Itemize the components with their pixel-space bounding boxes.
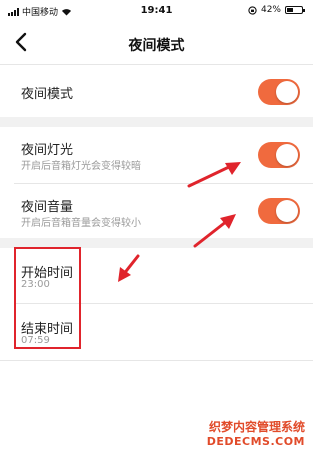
highlight-box [14,247,81,349]
orientation-lock-icon [248,5,257,15]
status-right: 42% [248,5,305,15]
night-mode-toggle[interactable] [258,79,300,105]
toggle-knob [276,81,298,103]
watermark-line-2: DEDECMS.COM [206,435,305,448]
night-volume-label: 夜间音量 [21,200,74,215]
status-bar: 中国移动 19:41 42% [0,0,313,20]
night-mode-label: 夜间模式 [21,87,74,102]
annotation-arrow-icon [118,254,140,282]
toggle-knob [276,144,298,166]
night-volume-description: 开启后音箱音量会变得较小 [21,218,141,229]
page-title: 夜间模式 [128,38,185,54]
watermark: 织梦内容管理系统 DEDECMS.COM [207,418,305,448]
setting-row-night-light: 夜间灯光 开启后音箱灯光会变得较暗 [0,127,313,183]
nav-bar: 夜间模式 [0,22,313,65]
annotation-arrow-icon [187,162,241,188]
battery-percent: 42% [260,5,281,15]
setting-row-night-mode: 夜间模式 [0,65,313,117]
night-volume-toggle[interactable] [258,198,300,224]
section-gap [0,117,313,127]
divider [0,360,313,361]
watermark-line-1: 织梦内容管理系统 [208,420,305,434]
toggle-knob [276,200,298,222]
night-light-description: 开启后音箱灯光会变得较暗 [21,161,141,172]
annotation-arrow-icon [193,214,236,248]
battery-icon [285,6,305,14]
setting-row-night-volume: 夜间音量 开启后音箱音量会变得较小 [0,184,313,238]
night-light-label: 夜间灯光 [21,143,74,158]
battery-fill [287,8,293,12]
night-light-toggle[interactable] [258,142,300,168]
